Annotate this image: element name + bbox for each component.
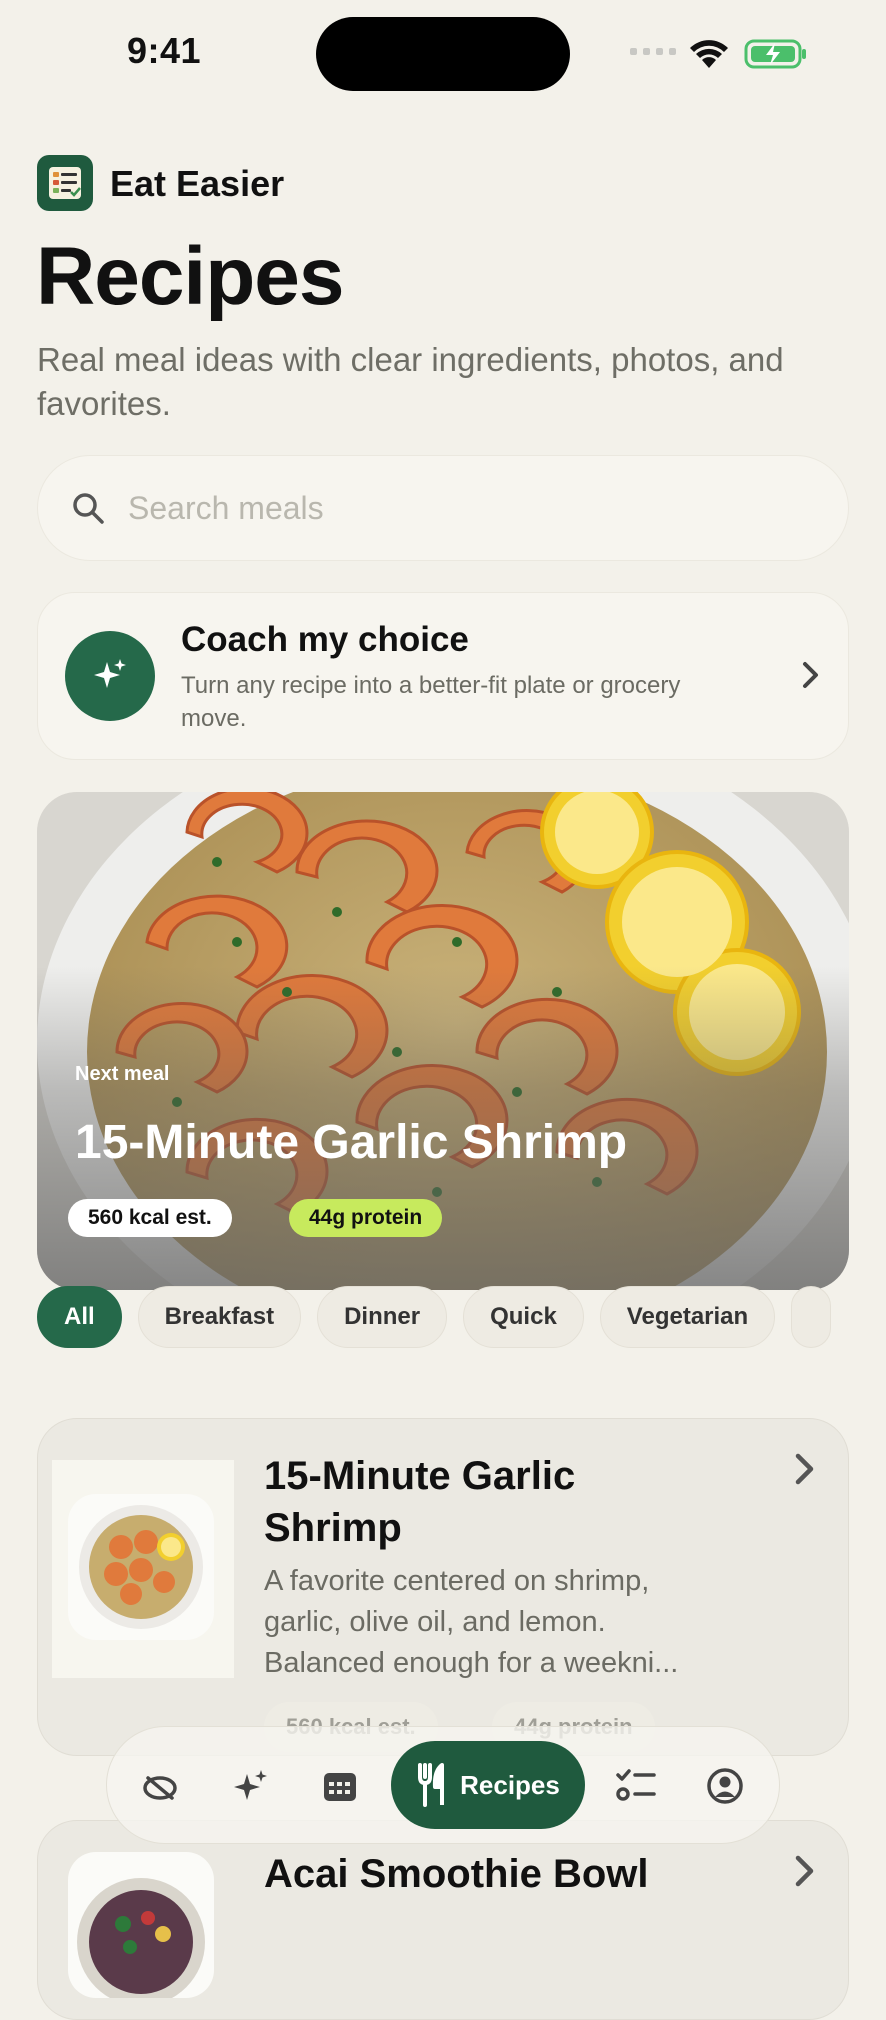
app-logo-icon bbox=[37, 155, 93, 211]
chevron-right-icon bbox=[795, 1453, 814, 1485]
acai-bowl-image bbox=[77, 1878, 205, 1998]
recipe-title: 15-Minute Garlic Shrimp bbox=[264, 1454, 576, 1550]
hero-recipe-title: 15-Minute Garlic Shrimp bbox=[75, 1116, 628, 1169]
filter-chip-dinner[interactable]: Dinner bbox=[317, 1286, 448, 1348]
dynamic-island bbox=[316, 17, 570, 91]
app-name: Eat Easier bbox=[110, 163, 285, 204]
page-title: Recipes bbox=[36, 231, 345, 322]
recipe-title: Acai Smoothie Bowl bbox=[264, 1852, 649, 1896]
chevron-right-icon bbox=[803, 662, 818, 688]
tab-food-scan-icon[interactable] bbox=[140, 1766, 180, 1806]
filter-chip-more[interactable] bbox=[791, 1286, 832, 1348]
filter-chips: All Breakfast Dinner Quick Vegetarian bbox=[37, 1286, 832, 1348]
filter-chip-quick[interactable]: Quick bbox=[463, 1286, 584, 1348]
wifi-icon bbox=[690, 40, 728, 68]
sparkle-icon bbox=[65, 631, 155, 721]
search-icon bbox=[73, 493, 104, 524]
tab-recipes-label: Recipes bbox=[460, 1769, 560, 1800]
tab-sparkle-icon[interactable] bbox=[230, 1766, 270, 1806]
recipe-thumbnail bbox=[68, 1852, 214, 1998]
search-input[interactable] bbox=[128, 484, 728, 532]
tab-profile-icon[interactable] bbox=[705, 1766, 745, 1806]
status-time: 9:41 bbox=[127, 30, 202, 71]
coach-description: Turn any recipe into a better-fit plate … bbox=[181, 672, 681, 732]
battery-charging-icon bbox=[744, 39, 806, 69]
shrimp-thumbnail-image bbox=[79, 1505, 203, 1629]
filter-chip-vegetarian[interactable]: Vegetarian bbox=[599, 1286, 776, 1348]
chevron-right-icon bbox=[795, 1855, 814, 1887]
cellular-signal-icon bbox=[630, 48, 676, 55]
next-meal-hero-card[interactable]: Next meal 15-Minute Garlic Shrimp 560 kc… bbox=[37, 792, 849, 1290]
coach-title: Coach my choice bbox=[181, 620, 469, 659]
hero-kicker: Next meal bbox=[75, 1063, 170, 1085]
filter-chip-all[interactable]: All bbox=[37, 1286, 122, 1348]
tab-checklist-icon[interactable] bbox=[615, 1766, 657, 1806]
tab-recipes[interactable]: Recipes bbox=[391, 1741, 585, 1829]
recipe-thumbnail bbox=[68, 1494, 214, 1640]
page-subtitle: Real meal ideas with clear ingredients, … bbox=[37, 341, 784, 422]
hero-kcal-badge: 560 kcal est. bbox=[68, 1199, 232, 1237]
filter-chip-breakfast[interactable]: Breakfast bbox=[137, 1286, 302, 1348]
recipe-description: A favorite centered on shrimp, garlic, o… bbox=[264, 1565, 679, 1679]
fork-knife-icon bbox=[418, 1763, 445, 1807]
tab-calendar-icon[interactable] bbox=[320, 1766, 360, 1806]
hero-protein-badge: 44g protein bbox=[289, 1199, 443, 1237]
